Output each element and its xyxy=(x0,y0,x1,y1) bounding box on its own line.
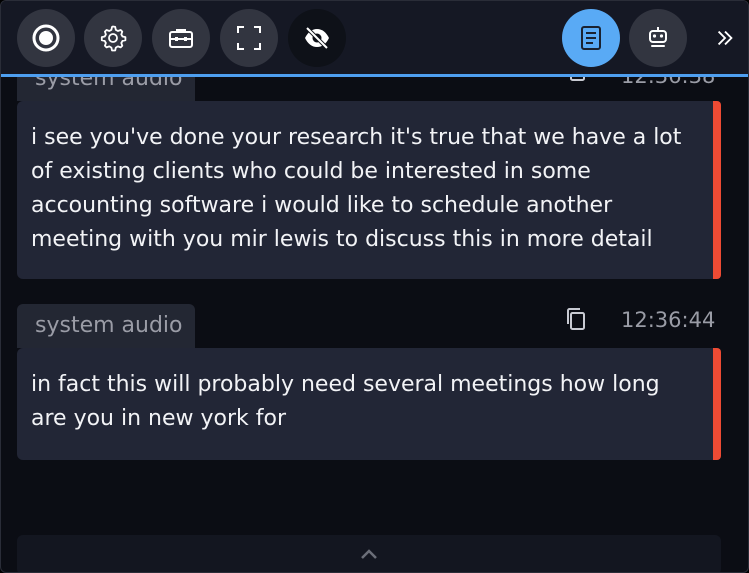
robot-icon xyxy=(649,27,667,47)
toolbar xyxy=(1,1,748,77)
fullscreen-icon xyxy=(237,26,261,50)
message-timestamp: 12:36:44 xyxy=(621,308,716,332)
record-button[interactable] xyxy=(17,9,75,67)
gear-icon xyxy=(100,25,127,52)
transcript-list[interactable]: system audio 12:36:38 i see you've done … xyxy=(1,77,748,572)
fullscreen-button[interactable] xyxy=(220,9,278,67)
document-icon xyxy=(581,26,601,50)
expand-button[interactable] xyxy=(711,23,739,53)
scroll-up-bar[interactable] xyxy=(17,535,721,572)
toolbox-button[interactable] xyxy=(152,9,210,67)
assistant-button[interactable] xyxy=(629,9,687,67)
chevron-up-icon xyxy=(361,549,377,559)
copy-icon[interactable] xyxy=(563,306,589,332)
message-bubble: in fact this will probably need several … xyxy=(17,348,721,460)
message-timestamp: 12:36:38 xyxy=(621,77,715,89)
app-window: system audio 12:36:38 i see you've done … xyxy=(0,0,749,573)
copy-icon[interactable] xyxy=(563,77,589,83)
eye-off-icon xyxy=(305,26,329,50)
message-source-label: system audio xyxy=(17,77,195,101)
hide-button[interactable] xyxy=(288,9,346,67)
message-bubble: i see you've done your research it's tru… xyxy=(17,101,721,279)
record-icon xyxy=(32,24,60,52)
settings-button[interactable] xyxy=(84,9,142,67)
message-source-label: system audio xyxy=(17,304,195,348)
transcript-button[interactable] xyxy=(562,9,620,67)
briefcase-icon xyxy=(169,29,193,48)
double-chevron-right-icon xyxy=(717,30,733,46)
